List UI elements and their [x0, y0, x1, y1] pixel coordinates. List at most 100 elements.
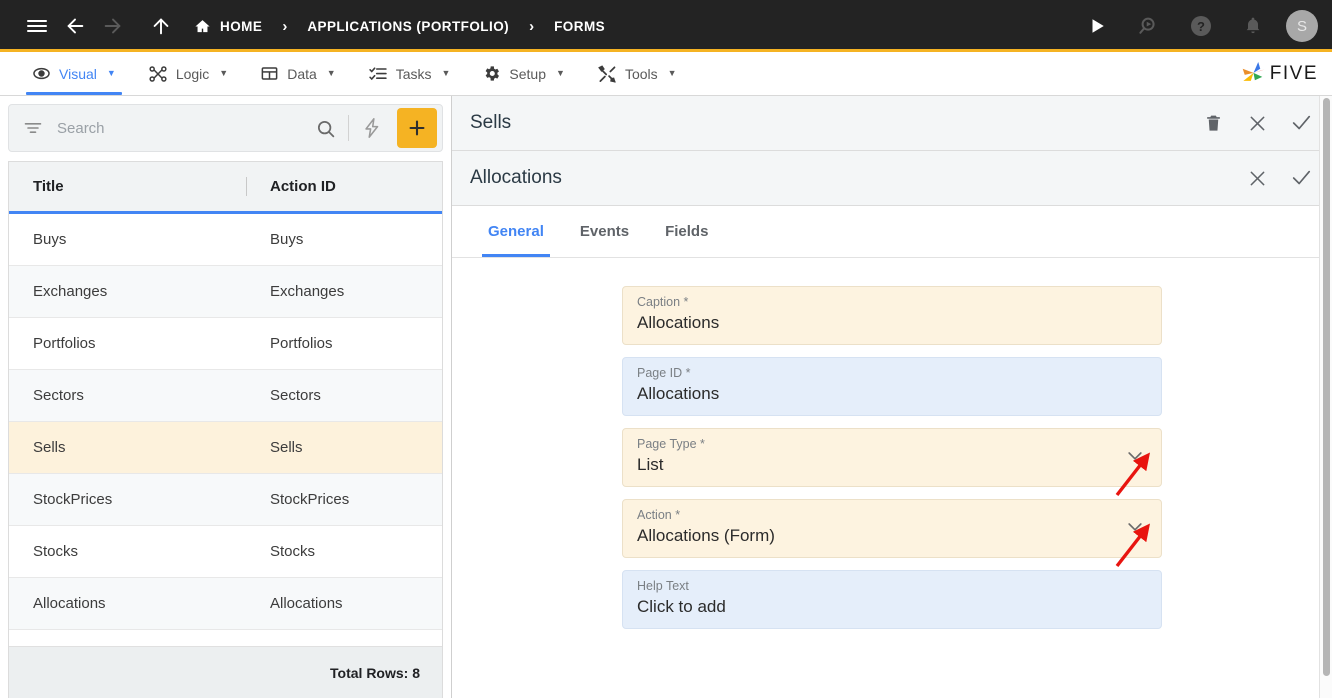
chevron-down-icon: ▼ [667, 68, 677, 78]
breadcrumb-separator: › [282, 17, 288, 35]
avatar-initial: S [1296, 17, 1307, 35]
total-rows-label: Total Rows: 8 [330, 664, 420, 681]
toolbar-divider [348, 115, 349, 141]
column-header-title[interactable]: Title [9, 162, 246, 211]
cell-title: Sells [33, 439, 66, 456]
field-value: List [637, 455, 664, 474]
five-pinwheel-icon [1240, 60, 1267, 87]
breadcrumb-item-forms[interactable]: FORMS [554, 19, 605, 34]
detail-title-inner: Allocations [470, 167, 562, 188]
cell-action-id: Sectors [270, 387, 321, 404]
field-action[interactable]: Action * Allocations (Form) [622, 499, 1162, 568]
five-logo: FIVE [1240, 52, 1332, 95]
detail-panel: Sells Allocations General Events Fields … [452, 96, 1332, 698]
hamburger-icon[interactable] [18, 7, 56, 45]
breadcrumb-label-applications: APPLICATIONS (PORTFOLIO) [307, 18, 510, 34]
play-icon[interactable] [1078, 7, 1116, 45]
cell-action-id: Stocks [270, 543, 316, 560]
tab-general[interactable]: General [470, 206, 562, 257]
trash-icon[interactable] [1200, 110, 1226, 136]
chevron-down-icon: ▼ [556, 68, 565, 78]
field-value: Click to add [637, 597, 726, 616]
tab-fields[interactable]: Fields [647, 206, 726, 257]
detail-header-inner: Allocations [452, 151, 1332, 206]
field-pageid[interactable]: Page ID * Allocations [622, 357, 1162, 416]
cell-title: Stocks [33, 543, 79, 560]
cell-action-id: Allocations [270, 595, 343, 612]
cell-action-id: StockPrices [270, 491, 350, 508]
cell-title: Buys [33, 231, 67, 248]
checklist-icon [368, 64, 388, 84]
tools-icon [597, 64, 617, 84]
check-icon[interactable] [1288, 110, 1314, 136]
detail-header-actions-inner [1244, 165, 1314, 191]
bell-icon[interactable] [1234, 7, 1272, 45]
breadcrumb-label-forms: FORMS [554, 18, 606, 34]
table-row[interactable]: Stocks Stocks [9, 526, 442, 578]
breadcrumb-item-applications[interactable]: APPLICATIONS (PORTFOLIO) [307, 19, 509, 34]
menu-label-tasks: Tasks [395, 65, 432, 82]
table-row[interactable]: Sells Sells [9, 422, 442, 474]
home-icon [194, 18, 211, 35]
field-helptext[interactable]: Help Text Click to add [622, 570, 1162, 629]
back-arrow-icon[interactable] [56, 7, 94, 45]
menu-label-data: Data [287, 65, 317, 82]
table-row[interactable]: Portfolios Portfolios [9, 318, 442, 370]
search-icon[interactable] [306, 118, 345, 139]
help-circle-icon[interactable]: ? [1182, 7, 1220, 45]
add-button[interactable] [397, 108, 437, 148]
detail-scrollbar[interactable] [1319, 96, 1332, 698]
menu-label-visual: Visual [59, 65, 97, 82]
eye-icon [32, 64, 51, 83]
tab-label-general: General [488, 223, 544, 240]
table-row[interactable]: Sectors Sectors [9, 370, 442, 422]
chevron-down-icon[interactable] [1125, 516, 1145, 541]
forward-arrow-icon [94, 7, 132, 45]
menu-item-logic[interactable]: Logic ▼ [132, 52, 244, 95]
column-header-action-id[interactable]: Action ID [246, 162, 442, 211]
menu-label-tools: Tools [624, 65, 658, 82]
field-pagetype[interactable]: Page Type * List [622, 428, 1162, 497]
field-label: Action * [637, 508, 681, 522]
workspace: Title Action ID BuysBuysExchangesExchang… [0, 96, 1332, 698]
menu-item-tools[interactable]: Tools ▼ [581, 52, 693, 95]
table-icon [260, 64, 279, 83]
menu-item-tasks[interactable]: Tasks ▼ [352, 52, 467, 95]
table-header-row: Title Action ID [9, 162, 442, 214]
cell-action-id: Portfolios [270, 335, 333, 352]
application-menu-bar: Visual ▼ Logic ▼ Data ▼ Tasks ▼ Setup ▼ [0, 52, 1332, 96]
check-icon[interactable] [1288, 165, 1314, 191]
chevron-down-icon: ▼ [106, 68, 116, 78]
field-caption[interactable]: Caption * Allocations [622, 286, 1162, 345]
top-navigation-bar: HOME › APPLICATIONS (PORTFOLIO) › FORMS … [0, 0, 1332, 52]
menu-item-visual[interactable]: Visual ▼ [16, 52, 132, 95]
close-icon[interactable] [1244, 110, 1270, 136]
table-row[interactable]: Exchanges Exchanges [9, 266, 442, 318]
field-label: Help Text [637, 579, 689, 593]
chevron-down-icon: ▼ [326, 68, 336, 78]
chevron-down-icon: ▼ [441, 68, 451, 78]
up-arrow-icon[interactable] [142, 7, 180, 45]
chevron-down-icon[interactable] [1125, 445, 1145, 470]
avatar[interactable]: S [1286, 10, 1318, 42]
detail-header-outer: Sells [452, 96, 1332, 151]
lightning-icon[interactable] [352, 117, 392, 139]
table-row[interactable]: Allocations Allocations [9, 578, 442, 630]
menu-item-setup[interactable]: Setup ▼ [466, 52, 581, 95]
close-icon[interactable] [1244, 165, 1270, 191]
table-row[interactable]: Buys Buys [9, 214, 442, 266]
search-input[interactable] [43, 119, 306, 137]
tab-label-events: Events [579, 223, 630, 240]
cell-action-id: Exchanges [270, 283, 345, 300]
search-magnifier-icon[interactable] [1130, 7, 1168, 45]
breadcrumb-separator: › [529, 17, 535, 35]
table-row[interactable]: StockPrices StockPrices [9, 474, 442, 526]
tab-events[interactable]: Events [562, 206, 647, 257]
field-label: Caption * [637, 295, 689, 309]
breadcrumb: HOME › APPLICATIONS (PORTFOLIO) › FORMS [194, 18, 605, 35]
breadcrumb-item-home[interactable]: HOME [194, 18, 262, 35]
field-value: Allocations (Form) [637, 526, 775, 545]
menu-item-data[interactable]: Data ▼ [244, 52, 352, 95]
topbar-actions: ? S [1078, 7, 1318, 45]
filter-icon[interactable] [23, 118, 43, 138]
